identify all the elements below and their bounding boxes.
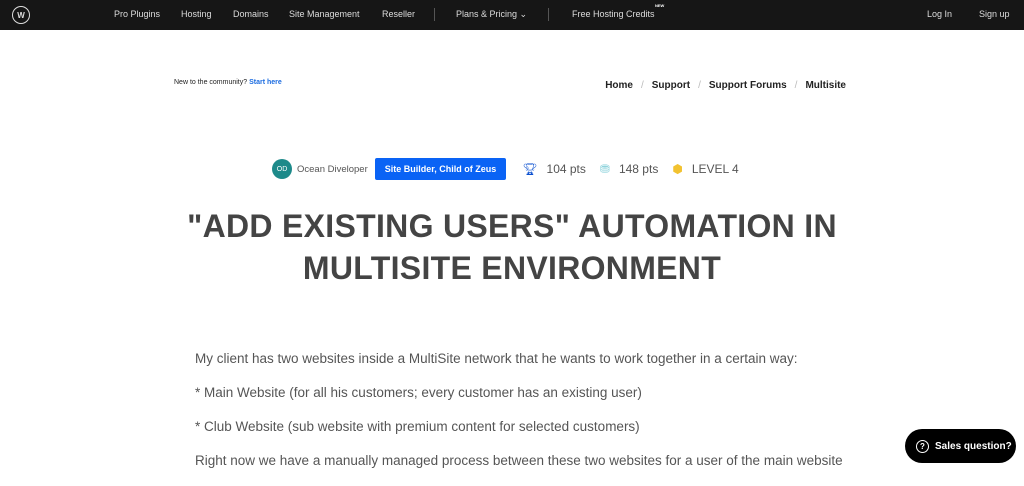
rank-badge: Site Builder, Child of Zeus: [374, 158, 507, 180]
separator: /: [698, 80, 701, 91]
divider: [434, 8, 435, 21]
nav-free-hosting-credits[interactable]: Free Hosting Credits: [572, 9, 655, 19]
paragraph: * Main Website (for all his customers; e…: [195, 385, 642, 400]
new-badge: NEW: [655, 3, 665, 8]
breadcrumb-forums[interactable]: Support Forums: [709, 80, 787, 91]
page-title: "ADD EXISTING USERS" AUTOMATION IN MULTIS…: [0, 205, 1024, 289]
credits-points: 148 pts: [618, 162, 659, 176]
post-body: My client has two websites inside a Mult…: [195, 350, 843, 486]
level-badge-icon: ⬢: [672, 162, 683, 176]
community-notice: New to the community? Start here: [174, 79, 282, 86]
nav-site-management[interactable]: Site Management: [289, 9, 360, 19]
breadcrumb-home[interactable]: Home: [605, 80, 633, 91]
points: 104 pts: [546, 162, 586, 176]
breadcrumb: Home / Support / Support Forums / Multisite: [605, 80, 846, 91]
question-icon: ?: [916, 439, 929, 453]
community-text: New to the community?: [174, 79, 248, 86]
top-nav: W Pro Plugins Hosting Domains Site Manag…: [0, 0, 1024, 30]
plans-label: Plans & Pricing: [456, 9, 518, 19]
breadcrumb-multisite[interactable]: Multisite: [805, 80, 846, 91]
chevron-down-icon: ⌄: [519, 9, 528, 19]
separator: /: [640, 80, 644, 91]
paragraph: Right now we have a manually managed pro…: [195, 453, 843, 468]
paragraph: My client has two websites inside a Mult…: [195, 351, 798, 366]
sales-question-button[interactable]: ? Sales question?: [905, 429, 1016, 463]
paragraph: * Club Website (sub website with premium…: [195, 419, 640, 434]
author-name[interactable]: Ocean Diveloper: [297, 164, 368, 175]
trophy-icon: 🏆︎: [522, 162, 538, 176]
nav-domains[interactable]: Domains: [233, 9, 269, 19]
nav-plans-pricing[interactable]: Plans & Pricing ⌄: [456, 9, 527, 20]
sales-label: Sales question?: [935, 440, 1012, 452]
signup-link[interactable]: Sign up: [979, 9, 1010, 19]
logo-icon[interactable]: W: [12, 6, 30, 24]
database-icon: ⛃: [599, 162, 610, 176]
nav-hosting[interactable]: Hosting: [181, 9, 212, 19]
level: LEVEL 4: [691, 162, 739, 176]
avatar[interactable]: OD: [272, 159, 292, 179]
breadcrumb-support[interactable]: Support: [652, 80, 690, 91]
start-here-link[interactable]: Start here: [249, 79, 282, 86]
author-meta: OD Ocean Diveloper Site Builder, Child o…: [272, 158, 753, 180]
nav-reseller[interactable]: Reseller: [382, 9, 415, 19]
title-line-1: "ADD EXISTING USERS" AUTOMATION IN: [187, 208, 837, 244]
title-line-2: MULTISITE ENVIRONMENT: [302, 250, 722, 286]
separator: /: [794, 80, 798, 91]
divider: [548, 8, 549, 21]
nav-pro-plugins[interactable]: Pro Plugins: [114, 9, 160, 19]
login-link[interactable]: Log In: [927, 9, 952, 19]
